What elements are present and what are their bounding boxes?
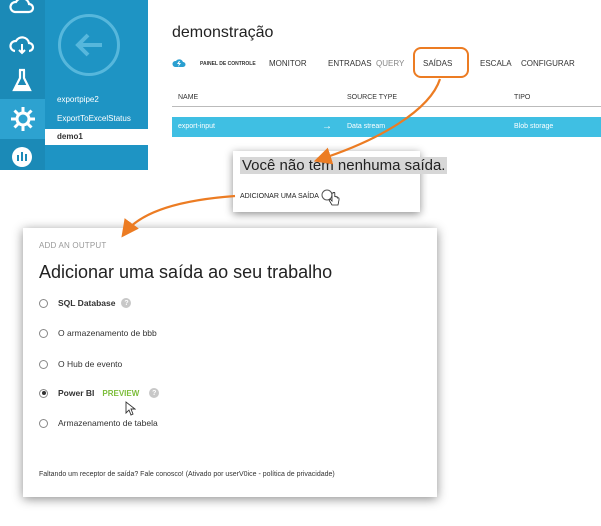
dialog-subtitle: ADD AN OUTPUT bbox=[39, 241, 107, 250]
radio-blob-storage[interactable] bbox=[39, 328, 48, 338]
arrow-left-icon bbox=[75, 33, 102, 57]
cloud-sync-icon[interactable] bbox=[6, 30, 38, 60]
nav-item-exportpipe2[interactable]: exportpipe2 bbox=[57, 95, 99, 104]
no-outputs-callout: Você não tem nenhuma saída. ADICIONAR UM… bbox=[233, 151, 448, 212]
flask-icon[interactable] bbox=[6, 66, 38, 96]
no-outputs-message: Você não tem nenhuma saída. bbox=[240, 157, 448, 174]
row-tipo: Blob storage bbox=[514, 123, 554, 130]
arrow-right-icon: → bbox=[322, 121, 332, 132]
nav-item-demo1[interactable]: demo1 bbox=[45, 129, 148, 145]
tab-configure[interactable]: CONFIGURAR bbox=[521, 59, 575, 68]
dialog-title: Adicionar uma saída ao seu trabalho bbox=[39, 262, 333, 282]
option-blob-storage[interactable]: O armazenamento de bbb bbox=[39, 326, 157, 340]
preview-badge: PREVIEW bbox=[102, 388, 140, 398]
dialog-footer[interactable]: Faltando um receptor de saída? Fale cono… bbox=[39, 471, 335, 478]
radio-power-bi[interactable] bbox=[39, 388, 48, 398]
add-output-label: ADICIONAR UMA SAÍDA bbox=[240, 193, 319, 200]
hand-cursor-icon bbox=[328, 192, 340, 206]
option-sql-database[interactable]: SQL Database ? bbox=[39, 296, 132, 310]
radio-table-storage[interactable] bbox=[39, 418, 48, 428]
radio-sql-database[interactable] bbox=[39, 298, 48, 308]
portal-leftbar bbox=[0, 0, 45, 170]
option-table-storage[interactable]: Armazenamento de tabela bbox=[39, 416, 158, 430]
gear-icon[interactable] bbox=[0, 99, 45, 139]
back-button[interactable] bbox=[58, 14, 120, 76]
tab-query[interactable]: QUERY bbox=[376, 59, 404, 68]
option-label: Armazenamento de tabela bbox=[58, 418, 158, 428]
help-icon[interactable]: ? bbox=[121, 298, 132, 308]
inputs-table-header: NAME SOURCE TYPE TIPO bbox=[172, 88, 601, 107]
column-header-name[interactable]: NAME bbox=[178, 94, 198, 101]
cloud-refresh-icon[interactable] bbox=[6, 0, 38, 22]
option-label: SQL Database bbox=[58, 298, 116, 308]
help-icon[interactable]: ? bbox=[149, 388, 160, 398]
row-name: export-input bbox=[178, 123, 215, 130]
add-output-dialog: ADD AN OUTPUT Adicionar uma saída ao seu… bbox=[23, 228, 437, 497]
cloud-lightning-icon bbox=[172, 59, 186, 67]
nav-item-exporttoexcelstatus[interactable]: ExportToExcelStatus bbox=[57, 114, 131, 123]
radio-event-hub[interactable] bbox=[39, 359, 48, 369]
add-output-link[interactable]: ADICIONAR UMA SAÍDA bbox=[240, 193, 319, 200]
tab-dashboard[interactable]: PAINEL DE CONTROLE bbox=[200, 61, 256, 67]
tab-scale[interactable]: ESCALA bbox=[480, 59, 512, 68]
table-row[interactable]: export-input → Data stream Blob storage bbox=[172, 117, 601, 137]
option-label: O armazenamento de bbb bbox=[58, 328, 157, 338]
pointer-cursor-icon bbox=[125, 401, 136, 416]
outputs-tab-highlight bbox=[413, 47, 469, 78]
tab-inputs[interactable]: ENTRADAS bbox=[328, 59, 372, 68]
option-power-bi[interactable]: Power BI PREVIEW ? bbox=[39, 386, 160, 400]
job-nav-panel: exportpipe2 ExportToExcelStatus demo1 bbox=[45, 0, 148, 170]
option-label: O Hub de evento bbox=[58, 359, 123, 369]
chart-icon[interactable] bbox=[6, 140, 38, 170]
job-title: demonstração bbox=[172, 24, 274, 41]
column-header-source-type[interactable]: SOURCE TYPE bbox=[347, 94, 397, 101]
option-event-hub[interactable]: O Hub de evento bbox=[39, 357, 122, 371]
tab-monitor[interactable]: MONITOR bbox=[269, 59, 307, 68]
option-label: Power BI bbox=[58, 388, 95, 398]
column-header-tipo[interactable]: TIPO bbox=[514, 94, 530, 101]
row-source-type: Data stream bbox=[347, 123, 386, 130]
